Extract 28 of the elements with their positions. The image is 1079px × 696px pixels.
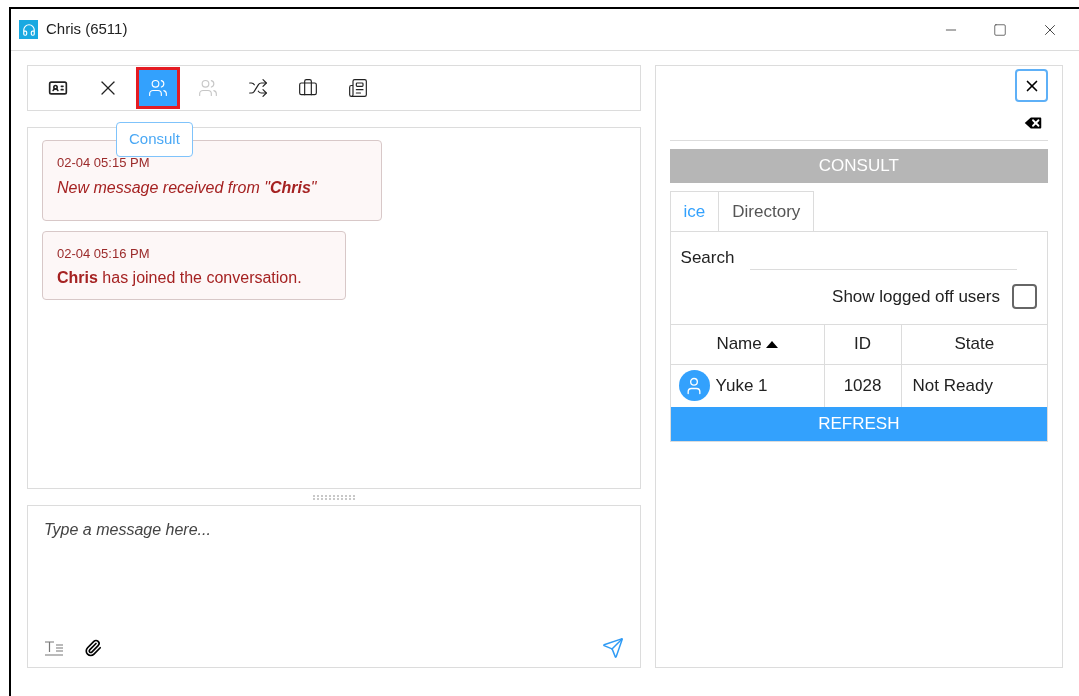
close-button[interactable] — [1015, 69, 1048, 102]
checkbox[interactable] — [1012, 284, 1037, 310]
tooltip: Consult — [116, 122, 193, 157]
maximize-icon[interactable] — [993, 22, 1007, 37]
sort-asc-icon — [765, 340, 778, 348]
user-avatar-icon — [678, 370, 710, 401]
consult-header: CONSULT — [669, 149, 1048, 183]
message-composer[interactable]: Type a message here... — [27, 505, 641, 668]
paperclip-icon[interactable] — [84, 639, 102, 657]
message-time: 02-04 05:16 PM — [57, 244, 151, 263]
table-cell: Yuke 1 — [670, 364, 824, 407]
app-logo-icon — [19, 20, 38, 39]
search-label: Search — [680, 246, 735, 269]
column-header[interactable]: State — [900, 324, 1047, 365]
window-title: Chris (6511) — [46, 19, 128, 40]
column-header[interactable]: Name — [670, 324, 824, 365]
send-icon[interactable] — [601, 637, 624, 659]
tab[interactable]: Directory — [718, 191, 815, 232]
text-format-icon[interactable] — [44, 640, 64, 656]
message-text: Chris has joined the conversation. — [57, 268, 303, 288]
table-cell: 1028 — [823, 364, 901, 407]
checkbox-label: Show logged off users — [832, 286, 1000, 308]
table-cell: Not Ready — [900, 364, 1047, 407]
message-time: 02-04 05:15 PM — [57, 154, 151, 172]
column-header[interactable]: ID — [823, 324, 901, 365]
message-input[interactable]: Type a message here... — [44, 518, 624, 542]
message-text: New message received from "Chris" — [57, 177, 318, 198]
resize-grip[interactable] — [312, 494, 355, 500]
